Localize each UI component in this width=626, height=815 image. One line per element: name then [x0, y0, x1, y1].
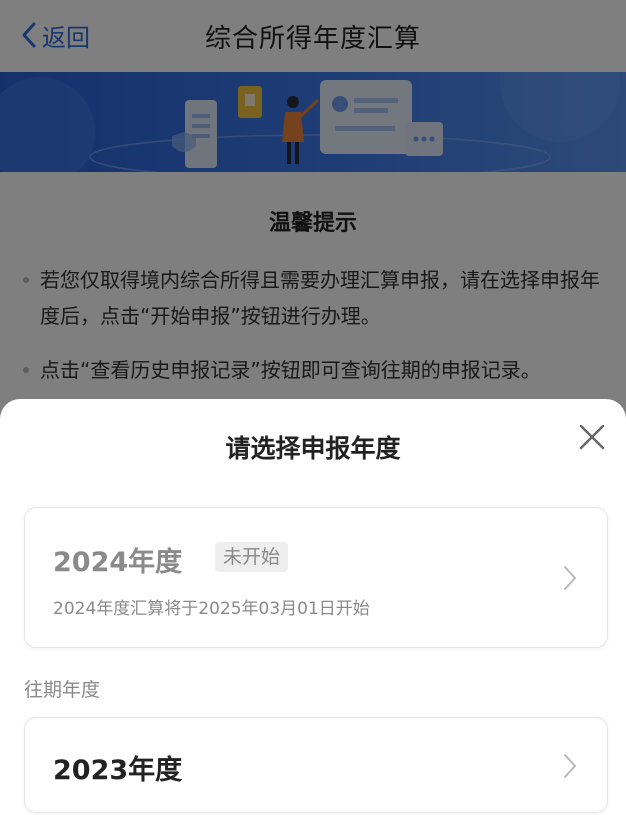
chevron-right-icon: [564, 754, 576, 778]
sheet-title: 请选择申报年度: [225, 434, 401, 463]
status-badge: 未开始: [215, 542, 289, 572]
close-icon: [579, 424, 605, 450]
year-card-current[interactable]: 2024年度 未开始 2024年度汇算将于2025年03月01日开始: [24, 507, 608, 648]
year-label: 2024年度: [53, 547, 183, 578]
past-years-label: 往期年度: [24, 679, 101, 701]
year-card-2023[interactable]: 2023年度: [24, 717, 608, 813]
year-label: 2023年度: [53, 755, 183, 786]
page: 返回 综合所得年度汇算: [0, 0, 626, 815]
close-button[interactable]: [576, 421, 608, 453]
chevron-right-icon: [564, 566, 576, 590]
year-select-sheet: 请选择申报年度 2024年度 未开始 2024年度汇算将于2025年03月01日…: [0, 399, 626, 815]
year-description: 2024年度汇算将于2025年03月01日开始: [53, 599, 370, 619]
